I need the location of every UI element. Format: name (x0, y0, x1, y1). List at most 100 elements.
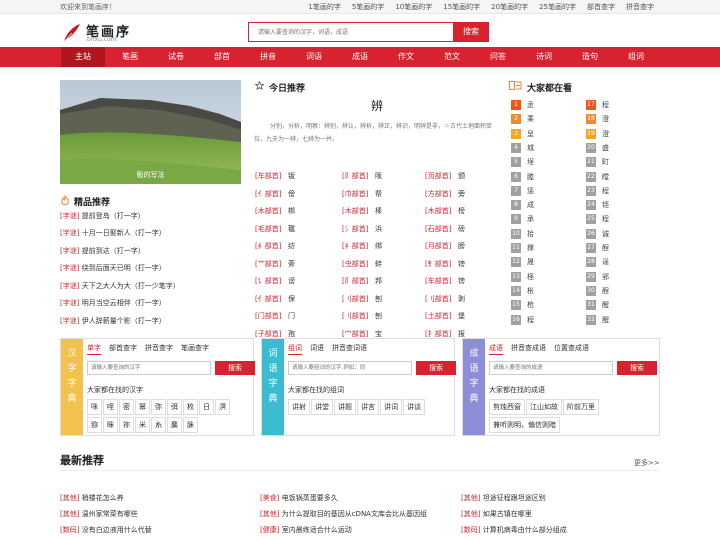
chip[interactable]: 幂 (135, 399, 150, 415)
search-input[interactable] (249, 23, 455, 41)
chip[interactable]: 祢 (119, 417, 134, 433)
list-item[interactable]: [字谜] 提前到达（打一字） (60, 246, 145, 256)
radical-char[interactable]: 刨 (375, 294, 382, 304)
top-link[interactable]: 25笔画的字 (539, 2, 576, 12)
hot-item[interactable]: 14 枨 (511, 285, 534, 296)
site-logo[interactable]: 笔画序 bhxu.com (60, 20, 140, 46)
news-item[interactable]: [美食] 电饭锅蒸蛋要多久 (260, 493, 338, 503)
radical-char[interactable]: 门 (288, 311, 295, 321)
hot-item[interactable]: 23 程 (586, 185, 609, 196)
tab-radical[interactable]: 部首查字 (109, 344, 137, 352)
radical-tag[interactable]: [页部首] (425, 171, 451, 181)
hot-item[interactable]: 5埕 (511, 157, 534, 168)
radical-tag[interactable]: [石部首] (425, 224, 451, 234)
radical-char[interactable]: 帮 (375, 189, 382, 199)
radical-char[interactable]: 阪 (375, 171, 382, 181)
hot-item[interactable]: 22 瞠 (586, 171, 609, 182)
news-item[interactable]: [数码] 没有白边液用什么代替 (60, 525, 152, 535)
radical-char[interactable]: 谤 (288, 276, 295, 286)
radical-char[interactable]: 刨 (375, 311, 382, 321)
radical-char[interactable]: 镑 (458, 276, 465, 286)
tab-pinyin[interactable]: 拼音查字 (145, 344, 173, 352)
nav-item[interactable]: 造句 (568, 47, 612, 67)
tab-position-chengyu[interactable]: 位置查成语 (554, 344, 589, 352)
radical-char[interactable]: 孢 (288, 329, 295, 339)
radical-tag[interactable]: [土部首] (425, 311, 451, 321)
nav-item[interactable]: 部首 (200, 47, 244, 67)
hot-item[interactable]: 20 盛 (586, 142, 609, 153)
chip[interactable]: 讲词 (380, 399, 402, 415)
radical-char[interactable]: 膀 (458, 241, 465, 251)
hot-item[interactable]: 11 撑 (511, 243, 534, 253)
radical-tag[interactable]: [门部首] (255, 311, 281, 321)
nav-item[interactable]: 问答 (476, 47, 520, 67)
top-link[interactable]: 10笔画的字 (395, 2, 432, 12)
tab-ciyu[interactable]: 词语 (310, 344, 324, 352)
radical-tag[interactable]: [木部首] (342, 206, 368, 216)
nav-item[interactable]: 成语 (338, 47, 382, 67)
tab-chengyu[interactable]: 成语 (489, 344, 503, 355)
tab-pinyin-ciyu[interactable]: 拼音查词语 (332, 344, 367, 352)
radical-tag[interactable]: [刂部首] (342, 311, 368, 321)
news-item[interactable]: [健康] 室内晨练适合什么运动 (260, 525, 352, 535)
chip[interactable]: 眯 (103, 417, 118, 433)
chip[interactable]: 讲射 (288, 399, 310, 415)
hot-item[interactable]: 6塍 (511, 171, 534, 182)
hot-item[interactable]: 9承 (511, 214, 534, 225)
hot-item[interactable]: 1丞 (511, 100, 534, 110)
hot-item[interactable]: 3呈 (511, 128, 534, 139)
radical-char[interactable]: 剥 (458, 294, 465, 304)
chip[interactable]: 讲堂 (311, 399, 333, 415)
radical-tag[interactable]: [子部首] (255, 329, 281, 339)
hot-item[interactable]: 24 铚 (586, 200, 609, 211)
chip[interactable]: 剪烛西窗 (489, 399, 525, 415)
chip[interactable]: 枚 (183, 399, 198, 415)
nav-item[interactable]: 诗词 (522, 47, 566, 67)
radical-tag[interactable]: [纟部首] (342, 241, 368, 251)
news-item[interactable]: [数码] 计算机病毒由什么部分组成 (461, 525, 567, 535)
radical-tag[interactable]: [木部首] (255, 206, 281, 216)
tab-pinyin-chengyu[interactable]: 拼音查成语 (511, 344, 546, 352)
news-item[interactable]: [其他] 坦途征程跟坦途区别 (461, 493, 546, 503)
more-link[interactable]: 更多>> (634, 458, 660, 468)
nav-item[interactable]: 范文 (430, 47, 474, 67)
radical-char[interactable]: 梆 (288, 206, 295, 216)
chip[interactable]: 弥 (151, 399, 166, 415)
list-item[interactable]: [字谜] 天下之大人为大（打一少笔字） (60, 281, 180, 291)
radical-char[interactable]: 报 (458, 329, 465, 339)
hot-item[interactable]: 12 晟 (511, 257, 534, 268)
radical-char[interactable]: 宝 (375, 329, 382, 339)
radical-tag[interactable]: [木部首] (425, 206, 451, 216)
nav-item[interactable]: 词语 (292, 47, 336, 67)
radical-char[interactable]: 棒 (375, 206, 382, 216)
list-item[interactable]: [字谜] 明月当空云相伴（打一字） (60, 298, 166, 308)
hot-item[interactable]: 31 醒 (586, 300, 609, 311)
hot-item[interactable]: 16 程 (511, 314, 534, 325)
list-item[interactable]: [字谜] 提前登岛（打一字） (60, 211, 145, 221)
top-link[interactable]: 部首查字 (587, 2, 615, 12)
radical-char[interactable]: 榜 (458, 206, 465, 216)
top-link[interactable]: 20笔画的字 (491, 2, 528, 12)
radical-tag[interactable]: [亻部首] (255, 189, 281, 199)
nav-item[interactable]: 笔画 (108, 47, 152, 67)
zuci-search-button[interactable]: 搜索 (416, 361, 456, 375)
radical-tag[interactable]: [方部首] (425, 189, 451, 199)
today-word[interactable]: 辨 (362, 97, 392, 114)
hanzi-search-input[interactable] (87, 361, 211, 375)
hanzi-search-button[interactable]: 搜索 (215, 361, 255, 375)
hot-item[interactable]: 32 醒 (586, 314, 609, 325)
chip[interactable]: 弭 (167, 399, 182, 415)
radical-char[interactable]: 纺 (288, 241, 295, 251)
nav-item[interactable]: 试卷 (154, 47, 198, 67)
radical-tag[interactable]: [阝部首] (342, 276, 368, 286)
chip[interactable]: 江山如故 (526, 399, 562, 415)
radical-char[interactable]: 钣 (288, 171, 295, 181)
hot-item[interactable]: 15 枪 (511, 300, 534, 311)
radical-tag[interactable]: [亻部首] (255, 294, 281, 304)
radical-char[interactable]: 蚌 (375, 259, 382, 269)
list-item[interactable]: [字谜] 伊人辞薪量个影（打一字） (60, 316, 166, 326)
radical-tag[interactable]: [艹部首] (255, 259, 281, 269)
radical-char[interactable]: 邦 (375, 276, 382, 286)
radical-tag[interactable]: [刂部首] (342, 294, 368, 304)
chip[interactable]: 阶前万里 (563, 399, 599, 415)
